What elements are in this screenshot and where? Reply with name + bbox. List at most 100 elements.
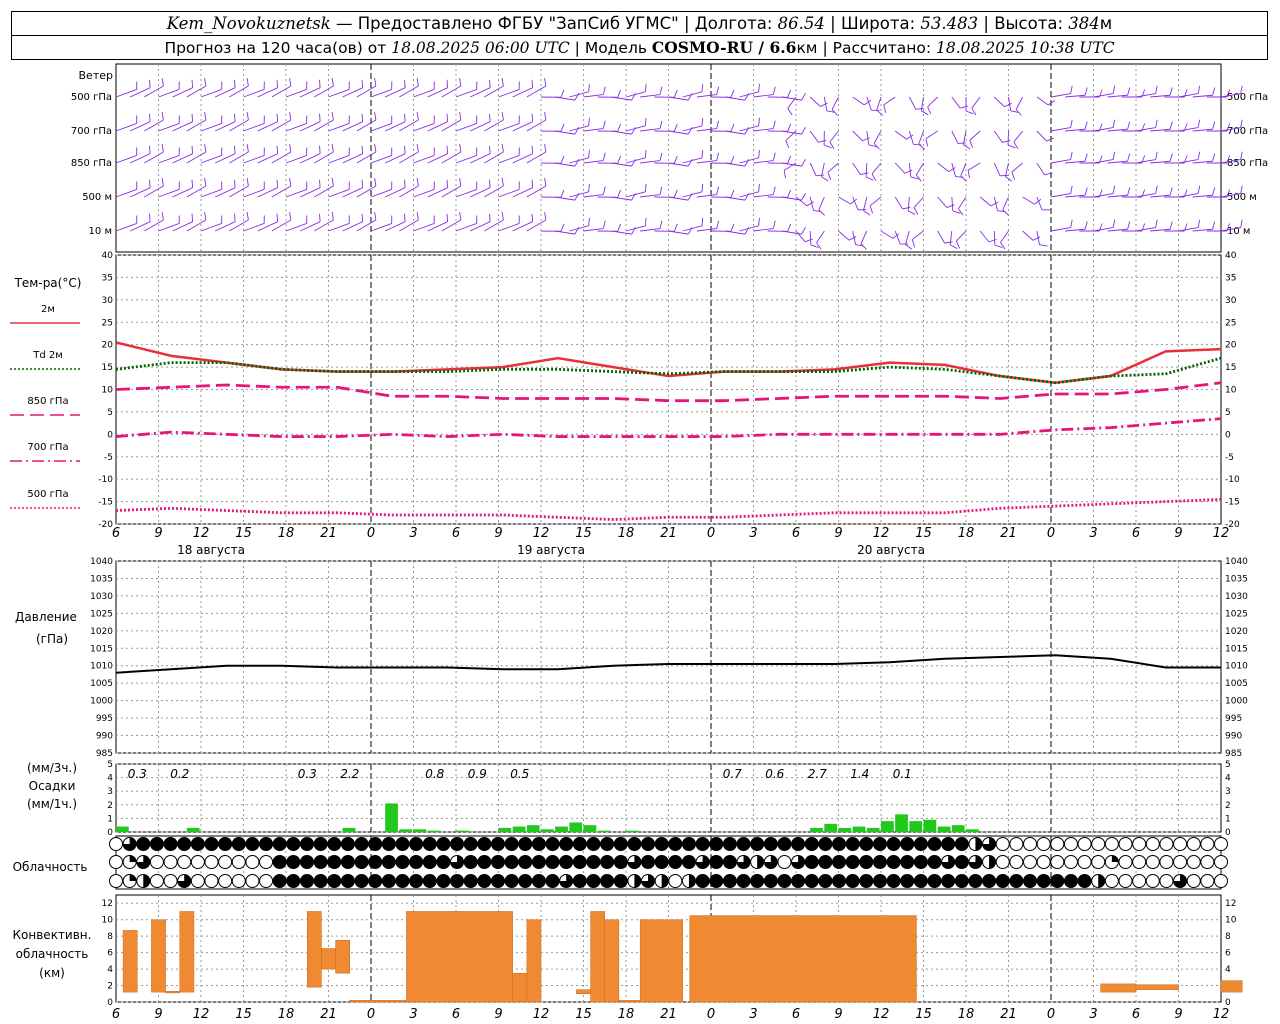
x-tick-label-temp: 6: [452, 526, 460, 541]
y-tick-label: 8: [107, 932, 113, 942]
wind-barb: [908, 96, 917, 110]
y-tick-label-right: 12: [1225, 899, 1236, 909]
x-tick-label-conv: 6: [1132, 1007, 1140, 1022]
wind-barb-feather: [810, 244, 819, 248]
cloud-circle: [1186, 837, 1201, 851]
wind-barb: [569, 191, 589, 198]
cloud-fill: [423, 855, 437, 869]
wind-barb: [852, 162, 861, 175]
cloud-fill: [423, 874, 437, 888]
wind-barb-feather: [644, 149, 647, 158]
y-tick-label-right: 1: [1225, 814, 1231, 824]
wind-barb: [739, 157, 759, 164]
cloud-circle: [1200, 874, 1215, 888]
cloud-fill: [559, 837, 573, 851]
wind-barb-feather: [801, 158, 806, 167]
wind-barb-feather: [246, 112, 249, 121]
convective-cloud-bar: [151, 919, 166, 993]
y-tick-label-right: 1025: [1225, 609, 1248, 619]
cloud-fill: [450, 837, 464, 851]
cloud-fill: [600, 855, 614, 869]
y-tick-label: 1040: [90, 557, 113, 567]
wind-barb-feather: [659, 120, 663, 129]
y-tick-label-right: 1010: [1225, 662, 1248, 672]
wind-barb-feather: [544, 144, 547, 153]
wind-barb-feather: [246, 212, 249, 221]
wind-barb: [441, 185, 462, 198]
convective-cloud-bar: [590, 911, 605, 1003]
cloud-fill: [546, 855, 560, 869]
wind-barb: [186, 219, 207, 232]
cloud-fill: [382, 874, 396, 888]
x-tick-label-temp: 12: [533, 526, 550, 541]
cloud-circle: [177, 855, 192, 869]
wind-barb-feather: [730, 123, 735, 132]
wind-barb-feather: [161, 144, 164, 153]
x-tick-label-conv: 12: [533, 1007, 550, 1022]
cloud-fill: [982, 874, 996, 888]
wind-barb: [918, 130, 924, 145]
x-tick-label-conv: 3: [1089, 1007, 1097, 1022]
wind-level-label: 10 м: [89, 226, 112, 237]
wind-barb-feather: [994, 244, 1003, 248]
cloud-circle: [218, 874, 233, 888]
x-tick-label-temp: 6: [792, 526, 800, 541]
wind-barbs-panel: 500 гПа 500 гПа 700 гПа 700 гПа 850 гПа 850 г…: [71, 78, 1268, 250]
wind-barb: [668, 230, 689, 235]
y-tick-label-right: 25: [1225, 318, 1236, 328]
y-tick-label: 10: [102, 386, 114, 396]
cloud-fill: [723, 837, 737, 851]
wind-barb-feather: [246, 144, 249, 153]
wind-barb-feather: [1032, 236, 1041, 241]
wind-barb-feather: [730, 155, 735, 164]
wind-barb-feather: [1155, 219, 1158, 228]
y-tick-label: 1: [107, 814, 113, 824]
cloud-fill: [914, 855, 928, 869]
cloud-fill: [164, 837, 178, 851]
wind-barb-feather: [1197, 219, 1201, 228]
precip-bar: [342, 827, 356, 832]
wind-barb-feather: [1127, 187, 1131, 196]
wind-barb-feather: [361, 213, 364, 222]
y-tick-label-right: 2: [1225, 801, 1231, 811]
wind-barb: [625, 125, 646, 132]
wind-barb-feather: [1004, 102, 1012, 108]
y-tick-label: 995: [96, 714, 113, 724]
precip-bar: [541, 829, 554, 832]
wind-barb-feather: [787, 108, 793, 116]
y-tick-label: 6: [107, 949, 113, 959]
wind-barb-feather: [501, 144, 504, 153]
wind-barb: [907, 196, 910, 211]
cloud-fill: [518, 874, 532, 888]
wind-barb-feather: [758, 149, 760, 158]
wind-barb-feather: [319, 79, 321, 88]
cloud-fill: [355, 837, 369, 851]
wind-barb: [739, 91, 759, 98]
wind-barb: [399, 219, 419, 232]
cloud-circle: [1063, 837, 1078, 851]
cloud-fill: [218, 837, 232, 851]
y-tick-label-right: 30: [1225, 296, 1237, 306]
wind-barb-feather: [963, 144, 971, 150]
wind-barb: [1013, 130, 1024, 143]
wind-barb: [526, 151, 547, 164]
wind-barb-feather: [1127, 121, 1131, 130]
wind-barb-feather: [361, 145, 364, 154]
wind-barb: [314, 219, 334, 232]
x-tick-label-conv: 21: [660, 1007, 677, 1022]
wind-barb: [827, 162, 839, 173]
y-tick-label: 2: [107, 982, 113, 992]
wind-barb: [399, 119, 419, 132]
wind-barb: [569, 125, 589, 132]
cloud-fill: [805, 855, 819, 869]
wind-barb-feather: [234, 179, 236, 188]
wind-barb-feather: [913, 207, 919, 215]
wind-barb-feather: [446, 179, 449, 188]
cloud-circle: [245, 874, 260, 888]
wind-barb-feather: [1112, 185, 1116, 194]
cloud-circle: [1063, 855, 1078, 869]
cloud-fill: [641, 837, 655, 851]
wind-barb-feather: [276, 113, 279, 122]
wind-barb-feather: [161, 178, 164, 187]
cloud-fill: [314, 837, 328, 851]
